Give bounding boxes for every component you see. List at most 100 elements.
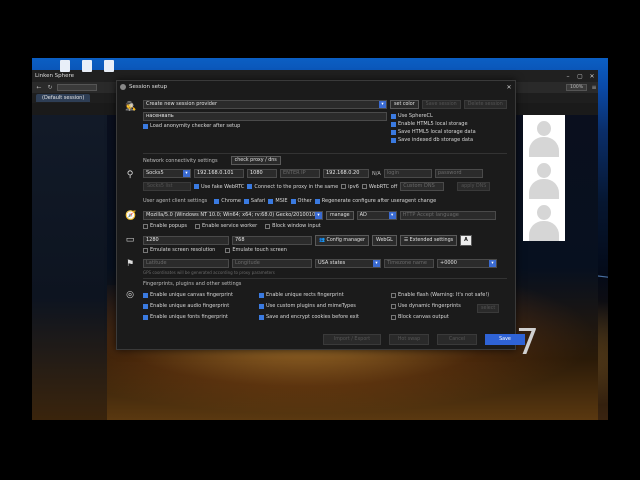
- enter-ip-input[interactable]: ENTER IP: [280, 169, 320, 178]
- close-icon[interactable]: ✕: [503, 84, 515, 91]
- webgl-button[interactable]: WebGL: [371, 235, 397, 246]
- custom-plugins-checkbox[interactable]: Use custom plugins and mimeTypes: [259, 303, 356, 309]
- chevron-down-icon: ▾: [315, 212, 322, 219]
- msie-checkbox[interactable]: MSIE: [268, 198, 288, 204]
- connect-proxy-checkbox[interactable]: Connect to the proxy in the same: [247, 184, 338, 190]
- block-window-input-checkbox[interactable]: Block window input: [265, 223, 321, 229]
- enable-flash-checkbox[interactable]: Enable flash (Warning: It's not safe!): [391, 292, 489, 298]
- proxy-port-input[interactable]: 1080: [247, 169, 277, 178]
- timezone-offset-select[interactable]: +0000 ▾: [437, 259, 497, 268]
- load-checker-checkbox[interactable]: Load anonymity checker after setup: [143, 123, 240, 129]
- import-export-button[interactable]: Import / Export: [323, 334, 381, 345]
- proxy-ip-input[interactable]: 192.168.0.101: [194, 169, 244, 178]
- hot-swap-button[interactable]: Hot swap: [389, 334, 429, 345]
- proxy-password-input[interactable]: password: [434, 169, 483, 178]
- file-icon[interactable]: [104, 60, 114, 72]
- useragent-select[interactable]: Mozilla/5.0 (Windows NT 10.0; Win64; x64…: [143, 211, 323, 220]
- checkbox: [214, 198, 220, 204]
- timezone-input[interactable]: Timezone name: [384, 259, 434, 268]
- file-icon[interactable]: [82, 60, 92, 72]
- extended-settings-button[interactable]: ☰ Extended settings: [399, 235, 458, 246]
- language-select[interactable]: AD ▾: [356, 211, 397, 220]
- file-icon[interactable]: [60, 60, 70, 72]
- dialog-title: Session setup: [129, 84, 168, 90]
- other-checkbox[interactable]: Other: [290, 198, 312, 204]
- local-ip-input[interactable]: 192.168.0.20: [323, 169, 369, 178]
- encrypt-cookies-checkbox[interactable]: Save and encrypt cookies before exit: [259, 314, 359, 320]
- dynamic-fingerprints-checkbox[interactable]: Use dynamic fingerprints: [391, 303, 461, 309]
- state-value: USA states: [318, 260, 346, 266]
- canvas-fingerprint-checkbox[interactable]: Enable unique canvas fingerprint: [143, 292, 233, 298]
- audio-fingerprint-checkbox[interactable]: Enable unique audio fingerprint: [143, 303, 229, 309]
- apply-dns-button[interactable]: apply DNS: [457, 182, 491, 191]
- proxy-protocol-select[interactable]: Socks5 ▾: [143, 169, 191, 178]
- monitor-icon: ▭: [125, 235, 135, 245]
- checkbox: [361, 184, 367, 189]
- minimize-icon[interactable]: –: [562, 73, 574, 80]
- tab-default-session[interactable]: (Default session): [36, 94, 91, 102]
- checkbox-label: Use custom plugins and mimeTypes: [266, 303, 356, 309]
- ipv6-checkbox[interactable]: ipv6: [341, 184, 359, 190]
- zoom-level[interactable]: 100%: [566, 84, 587, 91]
- fingerprint-select-button[interactable]: select: [477, 304, 500, 313]
- socks-list-button[interactable]: Socks5 list: [143, 182, 191, 191]
- close-icon[interactable]: ✕: [586, 73, 598, 80]
- reload-icon[interactable]: ↻: [46, 84, 54, 91]
- custom-dns-input[interactable]: Custom DNS: [400, 182, 445, 191]
- save-session-button[interactable]: Save session: [421, 100, 461, 109]
- checkbox: [391, 121, 396, 127]
- config-manager-button[interactable]: 👥 Config manager: [315, 235, 369, 246]
- delete-session-button[interactable]: Delete session: [463, 100, 507, 109]
- webrtc-off-checkbox[interactable]: WebRTC off: [361, 184, 397, 190]
- safari-checkbox[interactable]: Safari: [243, 198, 266, 204]
- check-proxy-button[interactable]: check proxy / dns: [230, 156, 281, 165]
- checkbox-label: Enable unique rects fingerprint: [266, 292, 344, 298]
- regenerate-checkbox[interactable]: Regenerate configure after useragent cha…: [314, 198, 436, 204]
- checkbox-label: Safari: [250, 198, 266, 204]
- checkbox: [391, 113, 396, 119]
- set-color-button[interactable]: set color: [390, 100, 419, 109]
- longitude-input[interactable]: Longitude: [232, 259, 312, 268]
- save-indexeddb-checkbox[interactable]: Save indexed db storage data: [391, 137, 473, 143]
- desktop-icons: [60, 60, 114, 72]
- enable-popups-checkbox[interactable]: Enable popups: [143, 223, 187, 229]
- accept-language-input[interactable]: HTTP Accept language: [399, 211, 496, 220]
- fonts-fingerprint-checkbox[interactable]: Enable unique fonts fingerprint: [143, 314, 228, 320]
- screen-width-input[interactable]: 1280: [143, 236, 229, 245]
- avatar: [523, 199, 565, 241]
- emulate-resolution-checkbox[interactable]: Emulate screen resolution: [143, 247, 215, 253]
- maximize-icon[interactable]: ▢: [574, 73, 586, 80]
- latitude-input[interactable]: Latitude: [143, 259, 229, 268]
- session-provider-select[interactable]: Create new session provider ▾: [143, 100, 387, 109]
- block-canvas-checkbox[interactable]: Block canvas output: [391, 314, 449, 320]
- address-bar[interactable]: [57, 84, 97, 91]
- checkbox: [194, 184, 199, 189]
- fingerprints-section-label: Fingerprints, plugins and other settings: [143, 281, 242, 287]
- back-icon[interactable]: ←: [35, 84, 43, 91]
- checkbox: [259, 303, 264, 309]
- state-select[interactable]: USA states ▾: [315, 259, 381, 268]
- menu-icon[interactable]: ≡: [590, 84, 598, 91]
- use-fake-webrtc-checkbox[interactable]: Use fake WebRTC: [194, 184, 244, 190]
- checkbox-label: Block canvas output: [398, 314, 449, 320]
- emulate-touch-checkbox[interactable]: Emulate touch screen: [225, 247, 287, 253]
- save-html5-checkbox[interactable]: Save HTML5 local storage data: [391, 129, 476, 135]
- browser-title: Linken Sphere: [35, 73, 75, 79]
- avatar: [523, 157, 565, 199]
- proxy-login-input[interactable]: login: [383, 169, 432, 178]
- enable-service-worker-checkbox[interactable]: Enable service worker: [194, 223, 257, 229]
- offset-value: +0000: [440, 260, 457, 266]
- cancel-button[interactable]: Cancel: [437, 334, 477, 345]
- session-setup-dialog: Session setup ✕ 🕵 Create new session pro…: [116, 80, 525, 350]
- checkbox: [391, 292, 396, 298]
- rects-fingerprint-checkbox[interactable]: Enable unique rects fingerprint: [259, 292, 344, 298]
- font-button[interactable]: A: [460, 235, 472, 246]
- screen-height-input[interactable]: 768: [232, 236, 312, 245]
- checkbox-label: Enable HTML5 local storage: [398, 121, 468, 127]
- chevron-down-icon: ▾: [183, 170, 190, 177]
- manage-button[interactable]: manage: [326, 211, 354, 220]
- enable-html5-checkbox[interactable]: Enable HTML5 local storage: [391, 121, 468, 127]
- session-name-input[interactable]: насенвапь: [143, 112, 387, 121]
- chrome-checkbox[interactable]: Chrome: [214, 198, 241, 204]
- use-spherecl-checkbox[interactable]: Use SphereCL: [391, 113, 433, 119]
